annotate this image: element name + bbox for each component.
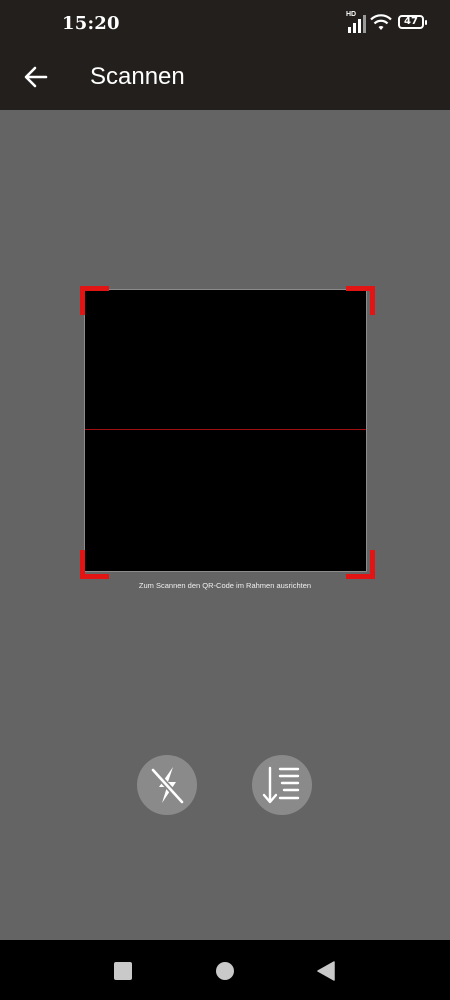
scan-line — [85, 429, 366, 430]
status-icons: HD 47 — [346, 11, 430, 36]
arrow-left-icon — [24, 66, 48, 88]
frame-corner-bottom-right — [346, 550, 375, 579]
frame-corner-bottom-left — [80, 550, 109, 579]
sort-list-button[interactable] — [252, 755, 312, 815]
frame-corner-top-right — [346, 286, 375, 315]
signal-icon — [348, 15, 366, 33]
home-circle-icon[interactable] — [216, 962, 234, 980]
status-time: 15:20 — [62, 13, 120, 34]
status-bar: 15:20 HD 47 — [0, 0, 450, 50]
battery-icon: 47 — [398, 15, 427, 29]
frame-corner-top-left — [80, 286, 109, 315]
system-navigation-bar — [0, 940, 450, 1000]
sort-list-icon — [262, 766, 300, 804]
flash-off-icon — [150, 767, 185, 805]
wifi-icon — [370, 14, 392, 30]
scan-hint-text: Zum Scannen den QR-Code im Rahmen ausric… — [138, 581, 312, 590]
flash-toggle-button[interactable] — [137, 755, 197, 815]
app-bar: Scannen — [0, 50, 450, 110]
back-triangle-icon[interactable] — [316, 961, 336, 981]
recents-square-icon[interactable] — [114, 962, 132, 980]
camera-viewfinder — [85, 290, 366, 571]
page-title: Scannen — [90, 63, 185, 90]
back-button[interactable] — [18, 60, 54, 96]
